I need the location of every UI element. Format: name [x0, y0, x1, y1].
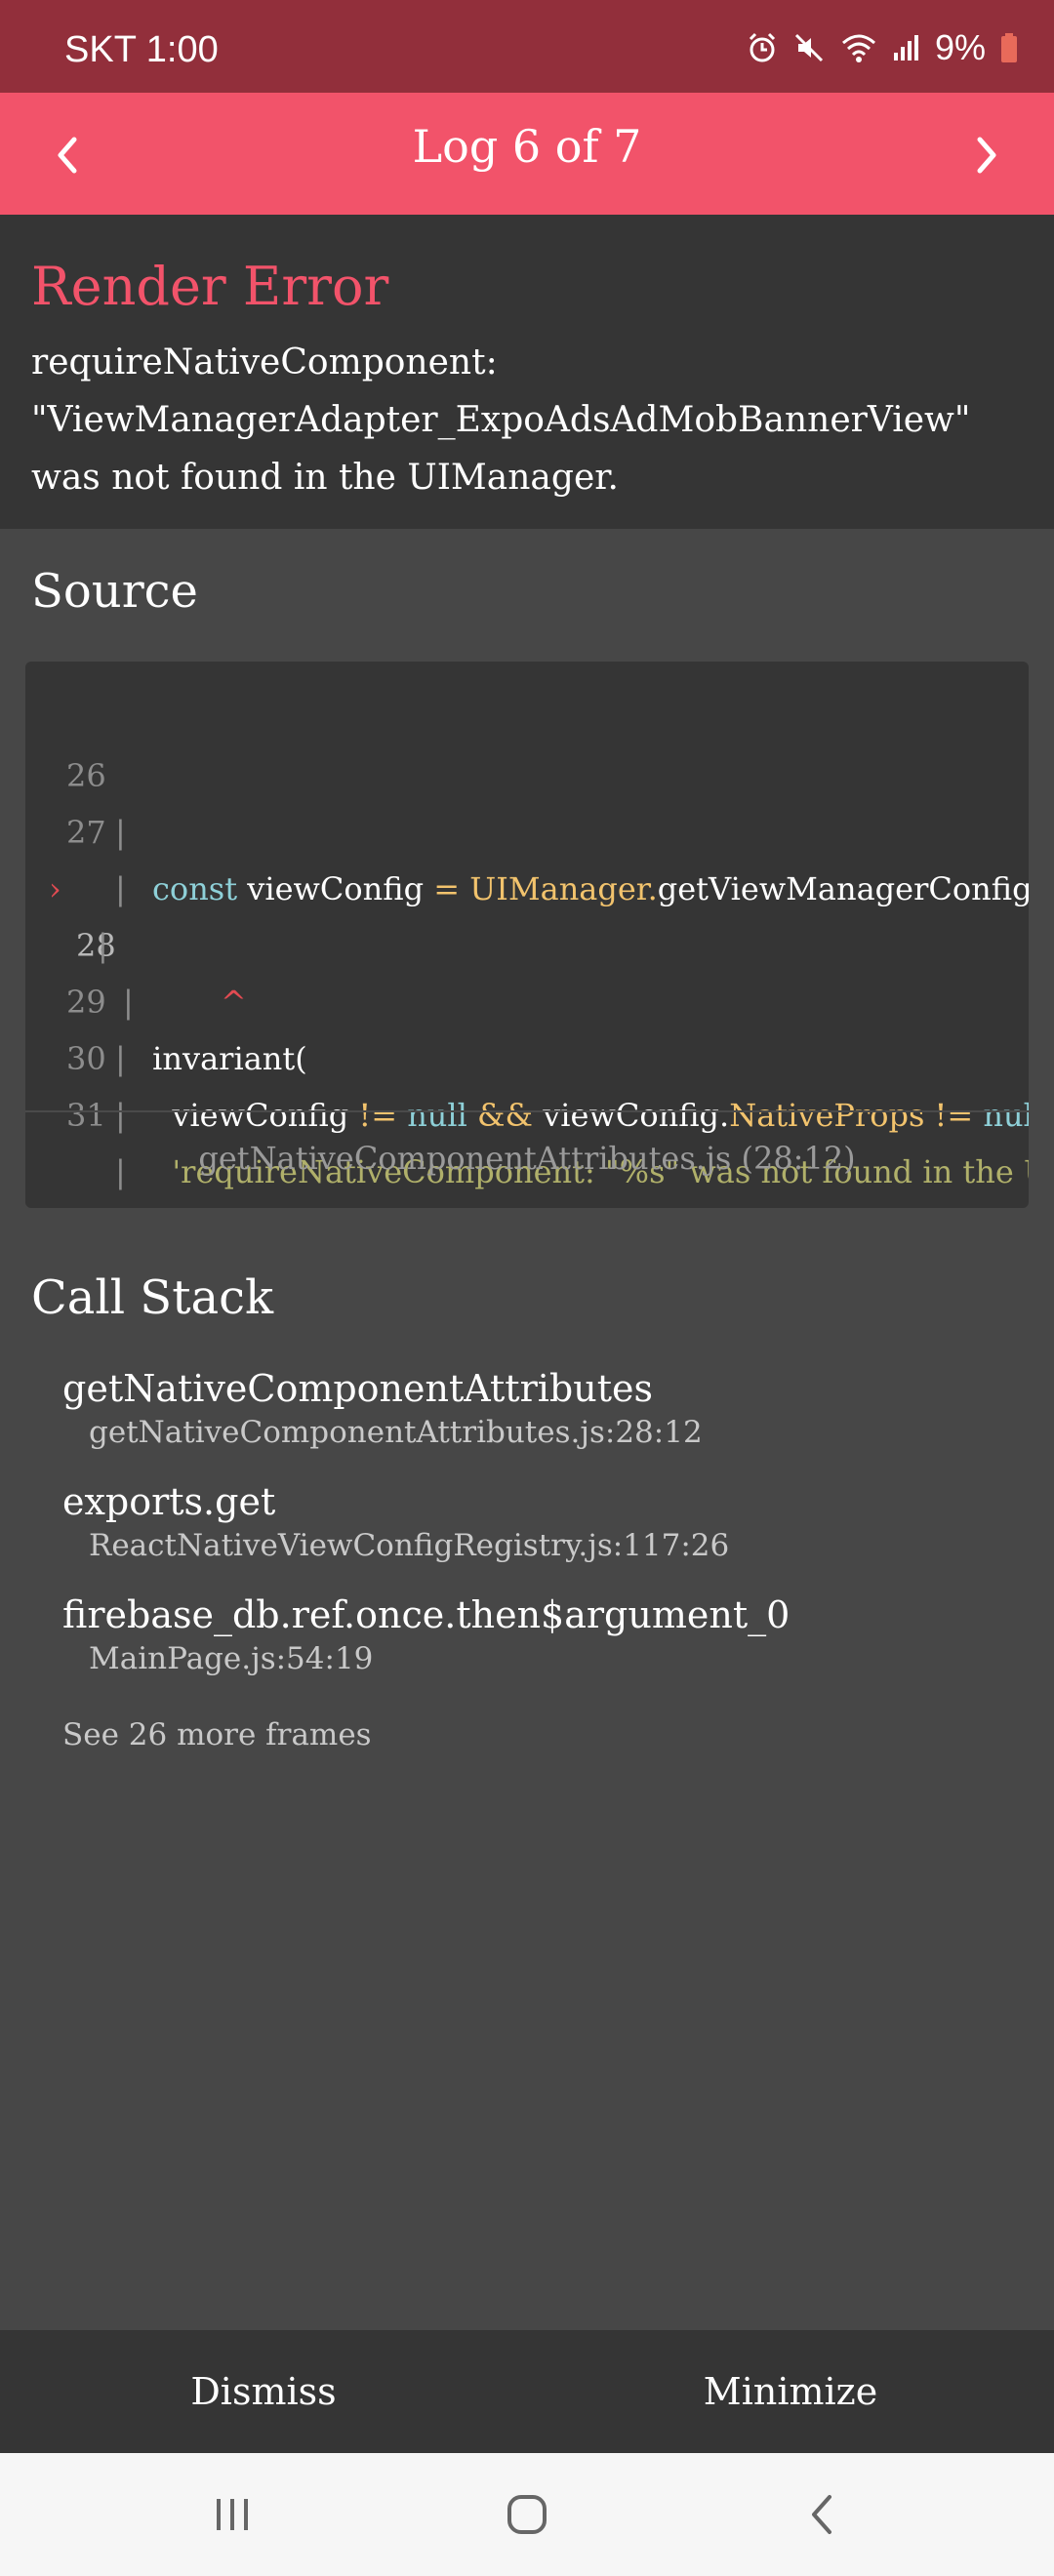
frame-location: MainPage.js:54:19 — [89, 1641, 374, 1676]
back-icon — [812, 2495, 831, 2534]
code-frame: 26 | const viewConfig = UIManager.getVie… — [25, 662, 1029, 1208]
frame-location: ReactNativeViewConfigRegistry.js:117:26 — [89, 1528, 730, 1563]
code-line: 30 | 'requireNativeComponent: "%s" was n… — [25, 974, 1029, 1190]
mute-icon — [792, 31, 826, 64]
recent-apps-button[interactable] — [193, 2485, 271, 2544]
error-message: requireNativeComponent: "ViewManagerAdap… — [31, 342, 971, 498]
line-number: 31 — [66, 1097, 106, 1134]
line-number: 30 — [66, 1040, 106, 1077]
status-icons: 9% — [746, 27, 1019, 68]
home-button[interactable] — [488, 2485, 566, 2544]
back-button[interactable] — [783, 2485, 861, 2544]
wifi-icon — [839, 31, 878, 64]
error-caret: ^ — [221, 984, 247, 1021]
code-line: 29 | viewConfig != null && viewConfig.Na… — [25, 917, 1029, 1134]
carrier-time: SKT 1:00 — [64, 29, 219, 70]
code-line: 26 | const viewConfig = UIManager.getVie… — [25, 691, 1029, 907]
battery-percent: 9% — [934, 27, 986, 67]
chevron-right-icon — [977, 137, 996, 174]
signal-icon — [892, 31, 921, 64]
line-number: 27 — [66, 814, 106, 851]
source-heading: Source — [31, 564, 198, 619]
system-navigation-bar — [0, 2453, 1054, 2576]
log-title: Log 6 of 7 — [412, 120, 642, 173]
frame-function: exports.get — [62, 1480, 276, 1523]
log-header: Log 6 of 7 — [0, 93, 1054, 215]
recent-apps-icon — [217, 2499, 248, 2530]
stack-frame[interactable]: getNativeComponentAttributes getNativeCo… — [62, 1366, 703, 1454]
bottom-action-bar: Dismiss Minimize — [0, 2330, 1054, 2453]
next-log-button[interactable] — [953, 124, 1021, 186]
code-text: uiViewClassName, — [152, 1200, 467, 1208]
see-more-frames-link[interactable]: See 26 more frames — [62, 1717, 372, 1752]
line-number: 28 — [76, 927, 116, 964]
error-title: Render Error — [31, 256, 389, 317]
minimize-button[interactable]: Minimize — [527, 2330, 1054, 2453]
divider — [25, 1110, 1029, 1112]
code-text: invariant( — [142, 1040, 307, 1077]
call-stack-heading: Call Stack — [31, 1270, 274, 1325]
error-panel: Render Error requireNativeComponent: "Vi… — [0, 215, 1054, 529]
frame-function: getNativeComponentAttributes — [62, 1367, 653, 1410]
code-line: 31 | uiViewClassName, — [25, 1030, 126, 1190]
code-line: | ^ — [25, 861, 247, 1021]
stack-frame[interactable]: firebase_db.ref.once.then$argument_0 Mai… — [62, 1592, 790, 1680]
code-text: viewConfig != null && viewConfig.NativeP… — [152, 1097, 1029, 1134]
source-file-location[interactable]: getNativeComponentAttributes.js (28:12) — [25, 1140, 1029, 1177]
dismiss-button[interactable]: Dismiss — [0, 2330, 527, 2453]
stack-frame[interactable]: exports.get ReactNativeViewConfigRegistr… — [62, 1479, 729, 1567]
code-line-highlighted: › 28 | invariant( — [25, 804, 307, 1077]
frame-function: firebase_db.ref.once.then$argument_0 — [62, 1593, 790, 1636]
status-bar: SKT 1:00 9% — [0, 0, 1054, 93]
line-number: 26 — [66, 757, 106, 794]
frame-location: getNativeComponentAttributes.js:28:12 — [89, 1415, 703, 1450]
code-line: 27 | — [25, 747, 126, 907]
home-icon — [507, 2495, 547, 2534]
line-number: 29 — [66, 984, 106, 1021]
code-text: const viewConfig = UIManager.getViewMana… — [152, 870, 1029, 907]
battery-icon — [999, 31, 1019, 64]
alarm-icon — [746, 31, 779, 64]
